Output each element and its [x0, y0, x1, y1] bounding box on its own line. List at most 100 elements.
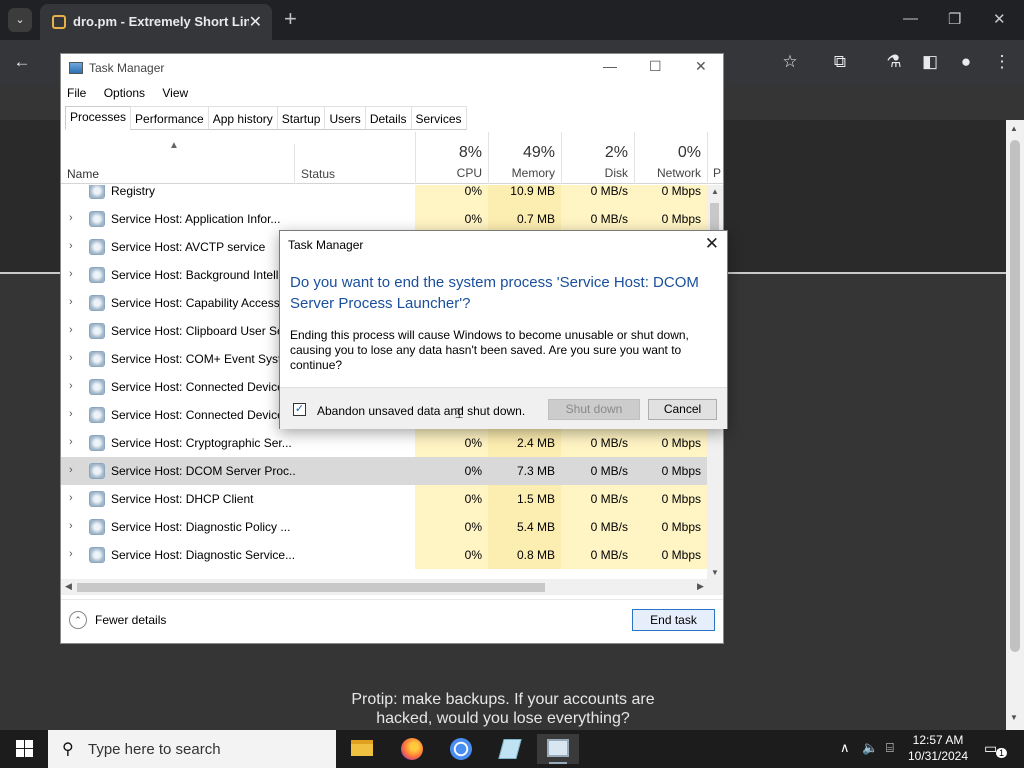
task-manager-taskbar-icon[interactable]	[537, 734, 579, 764]
scroll-left-icon[interactable]: ◀	[65, 581, 72, 592]
column-status[interactable]: Status	[301, 167, 335, 181]
volume-icon[interactable]: 🔈	[862, 740, 878, 756]
tm-maximize-button[interactable]: ☐	[649, 58, 662, 75]
labs-flask-icon[interactable]: ⚗	[882, 52, 906, 72]
process-name: Service Host: Connected Device...	[111, 408, 294, 422]
service-gear-icon	[89, 239, 105, 255]
new-tab-button[interactable]: +	[284, 8, 297, 30]
firefox-icon[interactable]	[391, 734, 433, 764]
expand-chevron-icon[interactable]: ›	[69, 408, 73, 420]
fewer-details-label: Fewer details	[95, 613, 167, 627]
tm-minimize-button[interactable]: —	[603, 58, 617, 74]
scroll-up-icon[interactable]: ▲	[711, 187, 719, 196]
process-row[interactable]: › Service Host: Diagnostic Service... 0% 0.…	[61, 541, 707, 569]
sort-ascending-icon: ▲	[169, 140, 179, 151]
expand-chevron-icon[interactable]: ›	[69, 464, 73, 476]
menu-view[interactable]: View	[162, 86, 188, 100]
clock-date: 10/31/2024	[907, 749, 969, 763]
process-row[interactable]: › Service Host: Diagnostic Policy ... 0% 5.…	[61, 513, 707, 541]
shut-down-button[interactable]: Shut down	[548, 399, 640, 420]
process-name: Service Host: Cryptographic Ser...	[111, 436, 292, 450]
browser-menu-icon[interactable]: ⋮	[990, 52, 1014, 72]
expand-chevron-icon[interactable]: ›	[69, 268, 73, 280]
file-explorer-icon[interactable]	[341, 734, 383, 764]
expand-chevron-icon[interactable]: ›	[69, 548, 73, 560]
column-cpu[interactable]: 8% CPU	[415, 132, 488, 184]
process-memory-value: 7.3 MB	[516, 464, 555, 478]
column-network[interactable]: 0% Network	[634, 132, 707, 184]
tab-search-button[interactable]: ⌄	[8, 8, 32, 32]
menu-options[interactable]: Options	[104, 86, 145, 100]
expand-chevron-icon[interactable]: ›	[69, 492, 73, 504]
process-row[interactable]: › Service Host: Cryptographic Ser... 0% 2.4…	[61, 429, 707, 457]
page-scrollbar-thumb[interactable]	[1010, 140, 1020, 652]
expand-chevron-icon[interactable]: ›	[69, 324, 73, 336]
tab-services[interactable]: Services	[410, 106, 467, 130]
browser-minimize-button[interactable]: —	[903, 10, 918, 27]
column-memory[interactable]: 49% Memory	[488, 132, 561, 184]
tab-startup[interactable]: Startup	[276, 106, 326, 130]
process-memory-value: 0.7 MB	[488, 205, 561, 233]
column-disk[interactable]: 2% Disk	[561, 132, 634, 184]
process-disk-value: 0 MB/s	[561, 205, 634, 233]
process-row[interactable]: Registry 0% 10.9 MB 0 MB/s 0 Mbps	[61, 185, 707, 205]
process-list-hscroll[interactable]: ◀ ▶	[61, 579, 723, 595]
browser-restore-button[interactable]: ❐	[948, 10, 961, 28]
tab-details[interactable]: Details	[364, 106, 412, 130]
power-label: P	[712, 166, 721, 180]
network-icon[interactable]: ⌸	[886, 740, 894, 756]
tab-processes[interactable]: Processes	[65, 106, 132, 130]
process-cpu-value: 0%	[464, 464, 482, 478]
process-row[interactable]: › Service Host: DCOM Server Proc... 0% 7.3 …	[61, 457, 707, 485]
page-scroll-up-icon[interactable]: ▲	[1010, 124, 1018, 133]
scroll-right-icon[interactable]: ▶	[697, 581, 704, 592]
end-task-button[interactable]: End task	[632, 609, 715, 631]
page-scroll-down-icon[interactable]: ▼	[1010, 713, 1018, 722]
expand-chevron-icon[interactable]: ›	[69, 520, 73, 532]
tab-users[interactable]: Users	[324, 106, 366, 130]
process-row[interactable]: › Service Host: Application Infor... 0% 0.7…	[61, 205, 707, 233]
dialog-body: Ending this process will cause Windows t…	[290, 328, 689, 372]
column-power[interactable]: P	[707, 132, 723, 184]
expand-chevron-icon[interactable]: ›	[69, 296, 73, 308]
task-manager-title: Task Manager	[89, 61, 165, 75]
snipping-tool-icon[interactable]	[489, 734, 531, 764]
abandon-data-label[interactable]: Abandon unsaved data and shut down.	[317, 404, 525, 418]
expand-chevron-icon[interactable]: ›	[69, 240, 73, 252]
expand-chevron-icon[interactable]: ›	[69, 212, 73, 224]
column-separator[interactable]	[294, 144, 295, 184]
extensions-puzzle-icon[interactable]: ⧉	[828, 52, 852, 72]
expand-chevron-icon[interactable]: ›	[69, 436, 73, 448]
side-panel-icon[interactable]: ◧	[918, 52, 942, 72]
tab-close-icon[interactable]: ✕	[249, 12, 262, 32]
column-name[interactable]: Name	[67, 167, 99, 181]
browser-close-button[interactable]: ✕	[993, 10, 1006, 28]
profile-avatar-icon[interactable]: ●	[954, 52, 978, 72]
process-disk-value: 0 MB/s	[561, 429, 634, 457]
show-hidden-icons-chevron-icon[interactable]: ∧	[840, 740, 850, 756]
dialog-close-icon[interactable]: ✕	[705, 234, 719, 254]
back-arrow-icon[interactable]: ←	[10, 52, 34, 72]
windows-start-icon[interactable]	[16, 740, 33, 757]
tab-performance[interactable]: Performance	[130, 106, 209, 130]
abandon-data-checkbox[interactable]: ✓	[293, 403, 306, 416]
network-total-pct: 0%	[677, 144, 701, 161]
expand-chevron-icon[interactable]: ›	[69, 380, 73, 392]
service-gear-icon	[89, 185, 105, 199]
taskbar-search-box[interactable]: ⚲ Type here to search	[48, 730, 336, 768]
process-name: Service Host: Clipboard User Ser...	[111, 324, 296, 338]
cancel-button[interactable]: Cancel	[648, 399, 717, 420]
bookmark-star-icon[interactable]: ☆	[778, 52, 802, 72]
process-list-hscroll-thumb[interactable]	[77, 583, 545, 592]
chrome-icon[interactable]	[440, 734, 482, 764]
system-clock[interactable]: 12:57 AM 10/31/2024	[904, 732, 972, 764]
browser-tab[interactable]: dro.pm - Extremely Short Links ✕	[40, 4, 272, 40]
process-network-value: 0 Mbps	[661, 464, 701, 478]
scroll-down-icon[interactable]: ▼	[711, 568, 719, 577]
tm-close-button[interactable]: ✕	[695, 58, 707, 75]
tab-app-history[interactable]: App history	[207, 106, 278, 130]
expand-chevron-icon[interactable]: ›	[69, 352, 73, 364]
process-row[interactable]: › Service Host: DHCP Client 0% 1.5 MB 0 MB/s…	[61, 485, 707, 513]
process-disk-value: 0 MB/s	[561, 185, 634, 205]
menu-file[interactable]: File	[67, 86, 86, 100]
